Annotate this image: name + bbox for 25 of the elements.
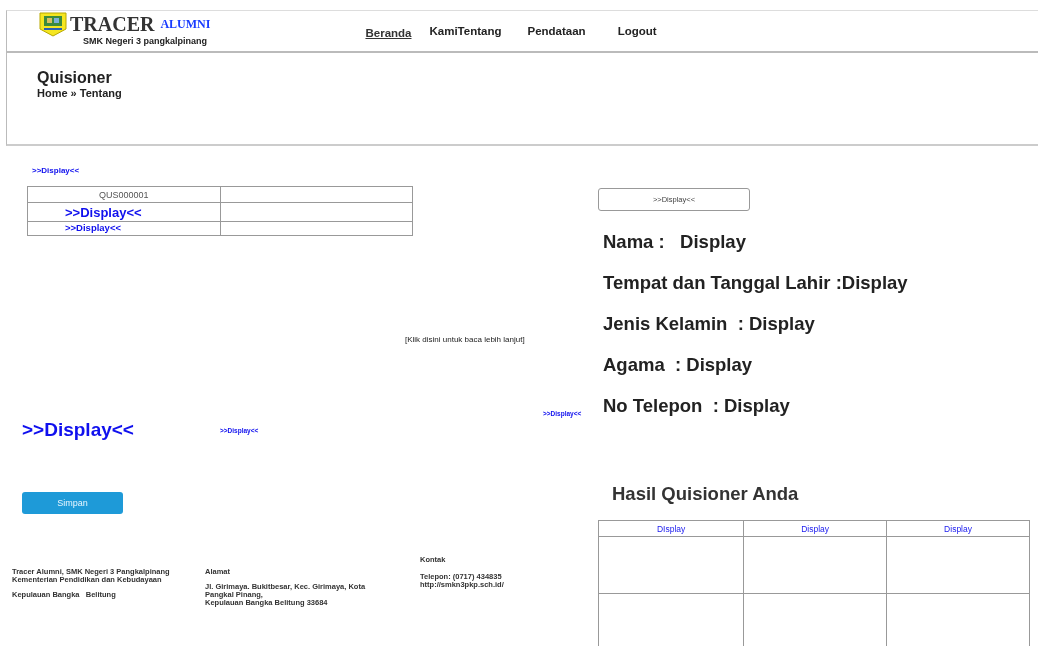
nav-link[interactable]: Logout	[617, 25, 657, 39]
table-cell: >>Display<<	[27, 221, 220, 236]
table-cell: QUS000001	[27, 186, 220, 203]
column-header: Display	[743, 520, 887, 537]
profile-field: Tempat dan Tanggal Lahir :Display	[603, 272, 908, 294]
display-heading: >>Display<<	[22, 419, 134, 441]
profile-field: Jenis Kelamin : Display	[603, 313, 908, 335]
profile-field: No Telepon : Display	[603, 395, 908, 417]
profile-field: Nama : Display	[603, 231, 908, 253]
column-header: DIsplay	[598, 520, 744, 537]
school-emblem-icon	[38, 11, 68, 37]
nav-link[interactable]: Pendataan	[527, 25, 586, 39]
nav-link[interactable]: Beranda	[365, 25, 412, 39]
results-title: Hasil Quisioner Anda	[612, 483, 799, 505]
display-label: >>Display<<	[32, 166, 80, 175]
brand-subtitle: SMK Negeri 3 pangkalpinang	[83, 36, 209, 46]
brand-title: TRACER	[70, 12, 155, 36]
column-header: Display	[886, 520, 1030, 537]
table-cell: >>Display<<	[27, 202, 220, 222]
breadcrumb: Home » Tentang	[37, 87, 123, 99]
brand-suffix: ALUMNI	[160, 16, 211, 32]
read-more-link[interactable]: [Klik disini untuk baca lebih lanjut]	[405, 335, 525, 344]
profile-field: Agama : Display	[603, 354, 908, 376]
page-title: Quisioner	[37, 69, 113, 86]
nav-link[interactable]: KamiTentang	[429, 25, 502, 39]
